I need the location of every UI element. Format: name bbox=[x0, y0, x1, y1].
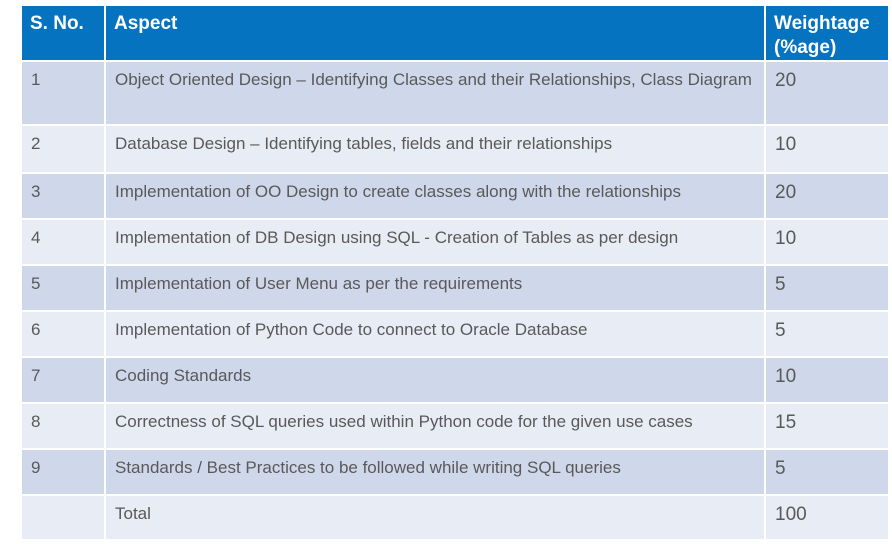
table-row: 8 Correctness of SQL queries used within… bbox=[22, 403, 888, 450]
cell-weightage: 15 bbox=[765, 403, 888, 450]
table-row: 4 Implementation of DB Design using SQL … bbox=[22, 219, 888, 266]
cell-aspect: Implementation of DB Design using SQL - … bbox=[105, 219, 766, 266]
cell-aspect: Coding Standards bbox=[105, 357, 766, 404]
cell-sno: 6 bbox=[22, 311, 106, 358]
cell-weightage: 10 bbox=[765, 125, 888, 174]
total-label: Total bbox=[105, 495, 766, 541]
cell-weightage: 10 bbox=[765, 219, 888, 266]
cell-weightage: 5 bbox=[765, 265, 888, 312]
cell-weightage: 20 bbox=[765, 173, 888, 220]
cell-aspect: Object Oriented Design – Identifying Cla… bbox=[105, 61, 766, 126]
header-weightage: Weightage (%age) bbox=[765, 6, 888, 62]
table-row: 6 Implementation of Python Code to conne… bbox=[22, 311, 888, 358]
cell-weightage: 10 bbox=[765, 357, 888, 404]
total-row: Total 100 bbox=[22, 495, 888, 541]
cell-sno: 7 bbox=[22, 357, 106, 404]
cell-aspect: Implementation of OO Design to create cl… bbox=[105, 173, 766, 220]
cell-sno: 8 bbox=[22, 403, 106, 450]
table-row: 7 Coding Standards 10 bbox=[22, 357, 888, 404]
weightage-table: S. No. Aspect Weightage (%age) 1 Object … bbox=[22, 6, 888, 541]
table-row: 5 Implementation of User Menu as per the… bbox=[22, 265, 888, 312]
table-body: 1 Object Oriented Design – Identifying C… bbox=[22, 61, 888, 541]
table-row: 1 Object Oriented Design – Identifying C… bbox=[22, 61, 888, 126]
cell-weightage: 5 bbox=[765, 449, 888, 496]
cell-sno: 5 bbox=[22, 265, 106, 312]
cell-aspect: Database Design – Identifying tables, fi… bbox=[105, 125, 766, 174]
header-sno: S. No. bbox=[22, 6, 106, 62]
table-row: 3 Implementation of OO Design to create … bbox=[22, 173, 888, 220]
cell-aspect: Implementation of User Menu as per the r… bbox=[105, 265, 766, 312]
total-value: 100 bbox=[765, 495, 888, 541]
table-row: 9 Standards / Best Practices to be follo… bbox=[22, 449, 888, 496]
header-aspect: Aspect bbox=[105, 6, 766, 62]
cell-weightage: 5 bbox=[765, 311, 888, 358]
cell-sno: 9 bbox=[22, 449, 106, 496]
cell-sno bbox=[22, 495, 106, 541]
table-header: S. No. Aspect Weightage (%age) bbox=[22, 6, 888, 62]
cell-sno: 2 bbox=[22, 125, 106, 174]
table-row: 2 Database Design – Identifying tables, … bbox=[22, 125, 888, 174]
cell-sno: 3 bbox=[22, 173, 106, 220]
cell-aspect: Implementation of Python Code to connect… bbox=[105, 311, 766, 358]
weightage-table-container: S. No. Aspect Weightage (%age) 1 Object … bbox=[22, 6, 888, 541]
cell-aspect: Standards / Best Practices to be followe… bbox=[105, 449, 766, 496]
header-row: S. No. Aspect Weightage (%age) bbox=[22, 6, 888, 62]
cell-sno: 4 bbox=[22, 219, 106, 266]
cell-sno: 1 bbox=[22, 61, 106, 126]
cell-aspect: Correctness of SQL queries used within P… bbox=[105, 403, 766, 450]
cell-weightage: 20 bbox=[765, 61, 888, 126]
